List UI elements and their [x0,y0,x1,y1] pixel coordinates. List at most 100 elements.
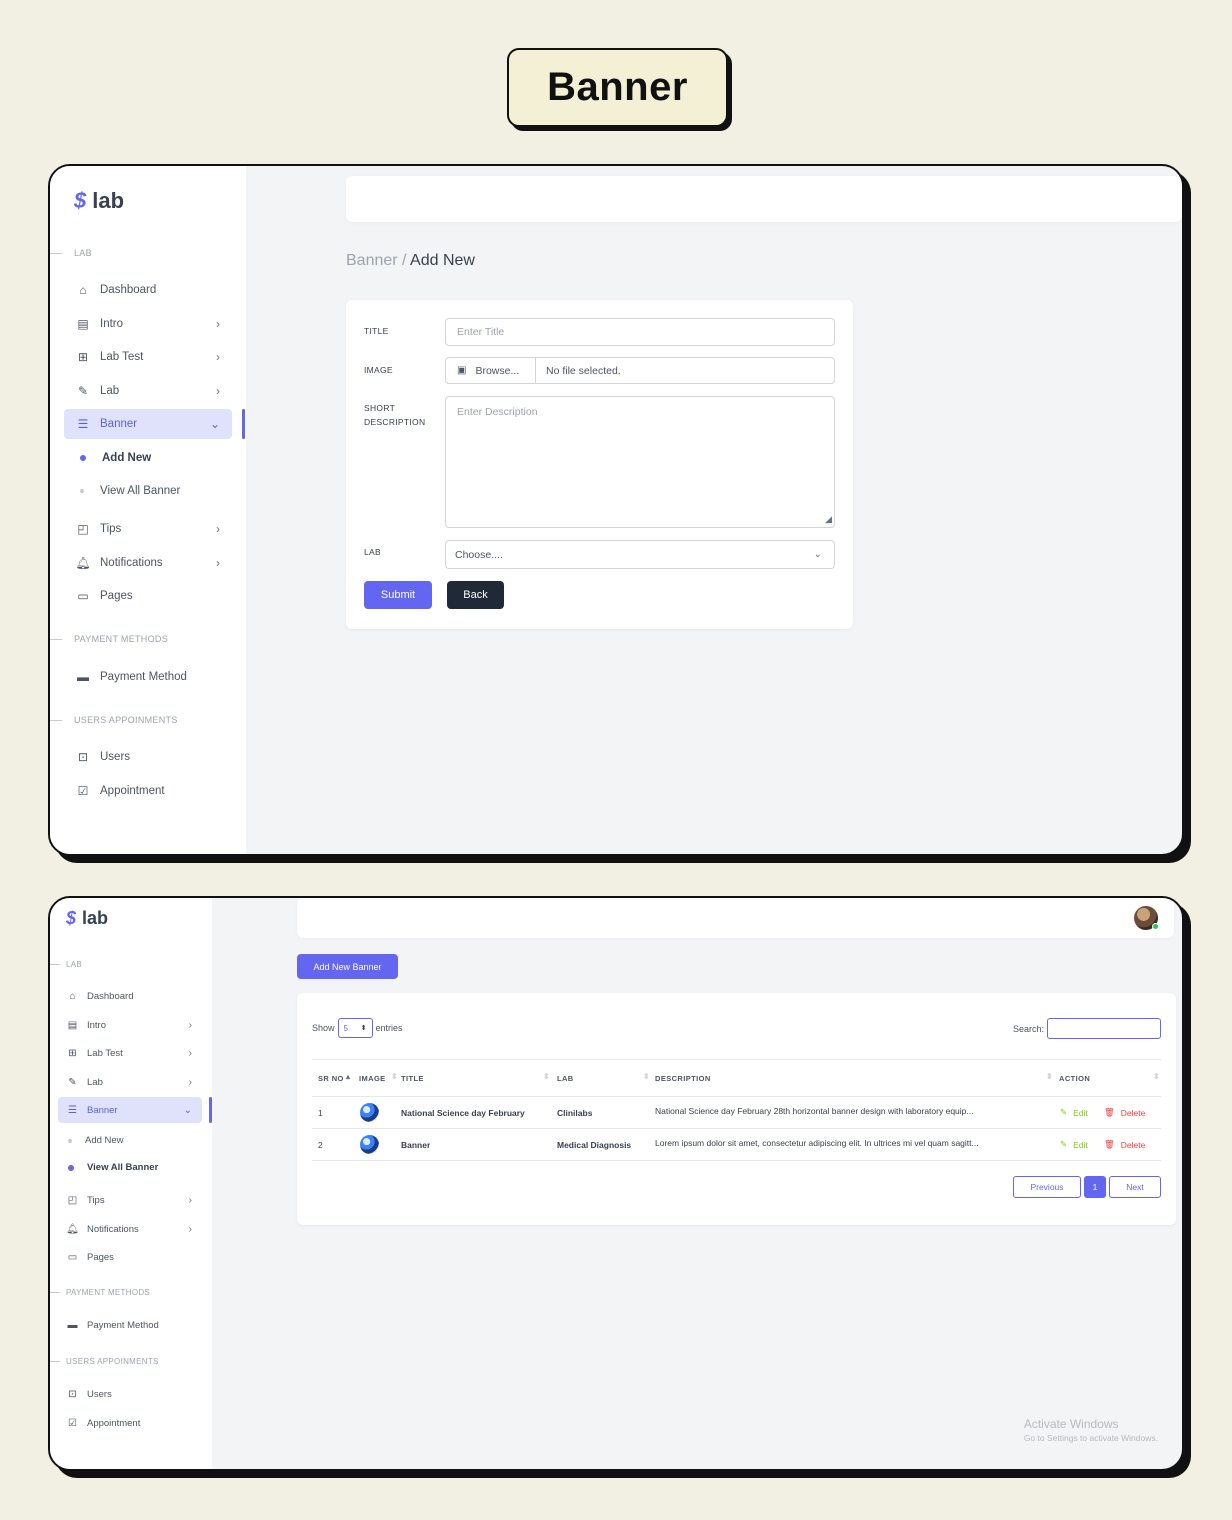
pagination-page-1[interactable]: 1 [1084,1176,1106,1198]
back-button[interactable]: Back [447,581,504,609]
active-indicator [209,1097,212,1123]
sidebar-item-label: Payment Method [100,671,187,683]
sidebar-item-pages[interactable]: ▭ Pages [64,581,232,611]
sort-icon[interactable]: ⬍ [1153,1072,1160,1081]
sidebar-item-appointment[interactable]: ☑ Appointment [58,1410,202,1436]
sidebar: $ lab LAB ⌂ Dashboard ▤ Intro › ⊞ Lab Test › ✎… [50,166,246,854]
sidebar-item-label: Dashboard [100,284,157,296]
home-icon: ⌂ [69,990,76,1002]
sidebar-item-label: Notifications [87,1223,139,1235]
delete-label: Delete [1120,1107,1146,1118]
sidebar-item-banner[interactable]: ☰ Banner ⌄ [64,409,232,439]
sidebar-item-label: Lab Test [87,1047,123,1059]
pagination-next-button[interactable]: Next [1109,1176,1161,1198]
sidebar-subitem-add-new[interactable]: Add New [68,1135,124,1146]
sidebar-item-users[interactable]: ⊡ Users [64,742,232,772]
logo[interactable]: $ lab [66,908,108,929]
sidebar-item-label: Tips [100,523,122,535]
sort-icon[interactable]: ⬍ [391,1072,398,1081]
sidebar-item-dashboard[interactable]: ⌂ Dashboard [58,983,202,1009]
sidebar-item-pages[interactable]: ▭ Pages [58,1244,202,1270]
column-header-lab[interactable]: LAB [557,1074,574,1083]
sidebar-subitem-view-all-banner[interactable]: View All Banner [68,1162,158,1173]
resize-grip-icon[interactable]: ◢ [825,514,832,525]
lab-select-value: Choose.... [455,548,503,561]
chevron-right-icon: › [188,1223,192,1235]
browse-label: Browse... [475,364,520,377]
cell-sr-no: 2 [318,1140,323,1150]
sidebar-subitem-view-all-banner[interactable]: View All Banner [78,485,180,497]
sidebar-item-tips[interactable]: ◰ Tips › [64,514,232,544]
sidebar-item-payment-method[interactable]: ▬ Payment Method [58,1312,202,1338]
pagination-previous-button[interactable]: Previous [1013,1176,1081,1198]
note-icon: ◰ [77,522,89,536]
sidebar-item-appointment[interactable]: ☑ Appointment [64,776,232,806]
submit-button[interactable]: Submit [364,581,432,609]
description-label: SHORT DESCRIPTION [364,401,425,429]
calendar-check-icon: ☑ [77,784,89,798]
sidebar-item-lab[interactable]: ✎ Lab › [58,1069,202,1095]
browse-button[interactable]: ▣ Browse... [446,358,536,383]
logo[interactable]: $ lab [74,188,124,214]
sidebar-item-label: Banner [87,1104,118,1116]
breadcrumb-parent[interactable]: Banner [346,252,398,269]
chevron-right-icon: › [216,350,220,364]
column-header-action[interactable]: ACTION [1059,1074,1090,1083]
sidebar-item-intro[interactable]: ▤ Intro › [64,309,232,339]
title-input[interactable]: Enter Title [445,318,835,346]
sort-asc-icon[interactable]: ▴ [346,1072,350,1081]
sliders-icon: ☰ [68,1104,77,1116]
column-header-sr-no[interactable]: SR NO [318,1074,344,1083]
sidebar-item-label: Users [87,1388,112,1400]
column-header-title[interactable]: TITLE [401,1074,424,1083]
banner-thumbnail [360,1103,379,1122]
description-textarea[interactable]: Enter Description ◢ [445,396,835,528]
sidebar-item-intro[interactable]: ▤ Intro › [58,1012,202,1038]
sidebar-item-dashboard[interactable]: ⌂ Dashboard [64,275,232,305]
sort-icon[interactable]: ⬍ [643,1072,650,1081]
column-header-image[interactable]: IMAGE [359,1074,386,1083]
breadcrumb-separator: / [397,252,411,269]
column-header-description[interactable]: DESCRIPTION [655,1074,711,1083]
image-file-input[interactable]: ▣ Browse... No file selected. [445,357,835,384]
chevron-right-icon: › [216,556,220,570]
sort-icon[interactable]: ⬍ [1046,1072,1053,1081]
delete-action[interactable]: 🗑︎ Delete [1104,1107,1145,1118]
add-new-banner-button[interactable]: Add New Banner [297,954,398,979]
delete-action[interactable]: 🗑︎ Delete [1104,1139,1145,1150]
breadcrumb: Banner / Add New [346,252,475,270]
sidebar-item-notifications[interactable]: 🔔︎ Notifications › [58,1216,202,1242]
bullet-dot [68,1138,72,1143]
logo-text: lab [82,908,109,928]
pencil-icon: ✎ [77,384,89,398]
sidebar-item-lab[interactable]: ✎ Lab › [64,376,232,406]
delete-label: Delete [1120,1139,1146,1150]
sidebar-item-lab-test[interactable]: ⊞ Lab Test › [64,342,232,372]
sidebar-item-users[interactable]: ⊡ Users [58,1381,202,1407]
user-avatar[interactable] [1134,906,1159,930]
breadcrumb-current: Add New [410,252,475,269]
sidebar-item-tips[interactable]: ◰ Tips › [58,1187,202,1213]
logo-mark: $ [74,188,87,213]
sidebar-item-notifications[interactable]: 🔔︎ Notifications › [64,548,232,578]
edit-action[interactable]: ✎ Edit [1060,1139,1088,1150]
sort-icon[interactable]: ⬍ [543,1072,550,1081]
section-users: USERS APPOINMENTS [50,715,178,725]
sidebar-subitem-add-new[interactable]: Add New [78,452,151,464]
sidebar-item-banner[interactable]: ☰ Banner ⌄ [58,1097,202,1123]
entries-select[interactable]: 5 ⬍ [337,1018,373,1038]
sidebar-item-label: Notifications [100,557,163,569]
sidebar-item-payment-method[interactable]: ▬ Payment Method [64,662,232,692]
sidebar-item-label: Add New [102,452,152,464]
lab-select[interactable]: Choose.... ⌄ [445,540,835,569]
top-bar [297,898,1174,938]
chevron-down-icon: ⌄ [209,417,220,431]
bell-icon: 🔔︎ [75,556,91,570]
updown-icon: ⬍ [360,1025,367,1032]
chevron-right-icon: › [216,317,220,331]
title-label: TITLE [364,326,389,336]
sidebar-item-lab-test[interactable]: ⊞ Lab Test › [58,1040,202,1066]
edit-action[interactable]: ✎ Edit [1060,1107,1088,1118]
search-input[interactable] [1047,1018,1161,1039]
note-icon: ◰ [67,1194,78,1206]
